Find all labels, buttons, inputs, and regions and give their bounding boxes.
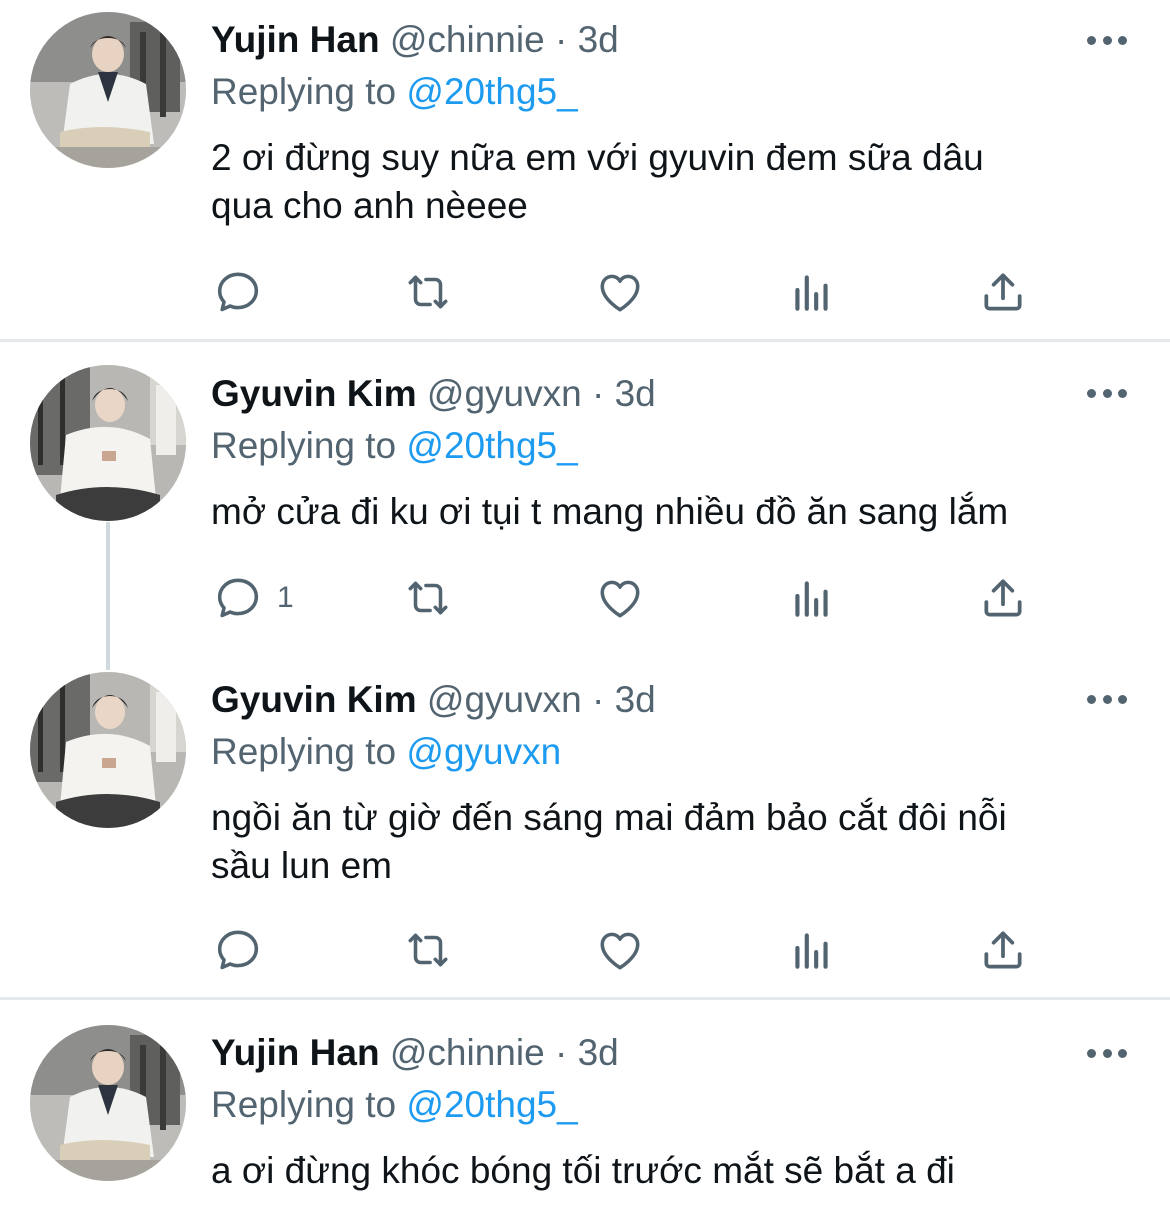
replying-to: Replying to @20thg5_ xyxy=(211,424,578,468)
tweet-header: Yujin Han @chinnie · 3d xyxy=(211,18,619,62)
replying-to: Replying to @20thg5_ xyxy=(211,70,578,114)
replying-to: Replying to @gyuvxn xyxy=(211,730,561,774)
analytics-button[interactable] xyxy=(787,262,837,322)
analytics-button[interactable] xyxy=(787,920,837,980)
share-icon xyxy=(978,573,1028,623)
reply-icon xyxy=(213,573,263,623)
more-options-icon[interactable] xyxy=(1087,34,1127,46)
reply-icon xyxy=(213,267,263,317)
tweet-text-line: ngồi ăn từ giờ đến sáng mai đảm bảo cắt … xyxy=(211,797,1007,838)
tweet-header: Gyuvin Kim @gyuvxn · 3d xyxy=(211,372,656,416)
handle[interactable]: @chinnie xyxy=(390,1032,545,1073)
display-name[interactable]: Gyuvin Kim xyxy=(211,679,417,720)
timestamp[interactable]: 3d xyxy=(615,373,656,414)
analytics-button[interactable] xyxy=(787,568,837,628)
tweet-text-line: a ơi đừng khóc bóng tối trước mắt sẽ bắt… xyxy=(211,1150,955,1191)
tweet-text-line: sầu lun em xyxy=(211,845,392,886)
tweet-header: Yujin Han @chinnie · 3d xyxy=(211,1031,619,1075)
separator: · xyxy=(554,1032,568,1073)
retweet-button[interactable] xyxy=(403,262,453,322)
share-button[interactable] xyxy=(978,568,1028,628)
divider xyxy=(0,997,1170,1000)
heart-icon xyxy=(595,925,645,975)
retweet-icon xyxy=(403,573,453,623)
action-bar xyxy=(0,920,1170,980)
avatar-photo xyxy=(30,365,186,521)
timestamp[interactable]: 3d xyxy=(578,1032,619,1073)
analytics-icon xyxy=(787,267,837,317)
reply-icon xyxy=(213,925,263,975)
reply-button[interactable]: 1 xyxy=(213,568,294,628)
more-options-icon[interactable] xyxy=(1087,693,1127,705)
avatar-photo xyxy=(30,12,186,168)
share-icon xyxy=(978,925,1028,975)
mention-link[interactable]: @gyuvxn xyxy=(406,731,561,772)
like-button[interactable] xyxy=(595,262,645,322)
tweet-text-line: qua cho anh nèeee xyxy=(211,185,528,226)
tweet-text: a ơi đừng khóc bóng tối trước mắt sẽ bắt… xyxy=(211,1147,1131,1195)
avatar-photo xyxy=(30,1025,186,1181)
reply-count: 1 xyxy=(277,581,294,614)
timestamp[interactable]: 3d xyxy=(615,679,656,720)
separator: · xyxy=(591,373,605,414)
retweet-icon xyxy=(403,925,453,975)
avatar[interactable] xyxy=(30,672,186,828)
mention-link[interactable]: @20thg5_ xyxy=(406,1084,577,1125)
action-bar xyxy=(0,262,1170,322)
mention-link[interactable]: @20thg5_ xyxy=(406,71,577,112)
share-button[interactable] xyxy=(978,920,1028,980)
tweet-text: mở cửa đi ku ơi tụi t mang nhiều đồ ăn s… xyxy=(211,488,1131,536)
more-options-icon[interactable] xyxy=(1087,387,1127,399)
like-button[interactable] xyxy=(595,920,645,980)
avatar[interactable] xyxy=(30,12,186,168)
display-name[interactable]: Yujin Han xyxy=(211,19,380,60)
reply-button[interactable] xyxy=(213,262,263,322)
handle[interactable]: @gyuvxn xyxy=(427,373,582,414)
handle[interactable]: @chinnie xyxy=(390,19,545,60)
tweet-header: Gyuvin Kim @gyuvxn · 3d xyxy=(211,678,656,722)
heart-icon xyxy=(595,267,645,317)
separator: · xyxy=(554,19,568,60)
analytics-icon xyxy=(787,925,837,975)
tweet-text-line: 2 ơi đừng suy nữa em với gyuvin đem sữa … xyxy=(211,137,984,178)
display-name[interactable]: Gyuvin Kim xyxy=(211,373,417,414)
avatar-photo xyxy=(30,672,186,828)
display-name[interactable]: Yujin Han xyxy=(211,1032,380,1073)
analytics-icon xyxy=(787,573,837,623)
action-bar: 1 xyxy=(0,568,1170,628)
replying-prefix: Replying to xyxy=(211,731,397,772)
like-button[interactable] xyxy=(595,568,645,628)
timestamp[interactable]: 3d xyxy=(578,19,619,60)
share-button[interactable] xyxy=(978,262,1028,322)
retweet-button[interactable] xyxy=(403,568,453,628)
avatar[interactable] xyxy=(30,1025,186,1181)
divider xyxy=(0,339,1170,342)
replying-to: Replying to @20thg5_ xyxy=(211,1083,578,1127)
separator: · xyxy=(591,679,605,720)
tweet-text: 2 ơi đừng suy nữa em với gyuvin đem sữa … xyxy=(211,134,1131,230)
tweet-text-line: mở cửa đi ku ơi tụi t mang nhiều đồ ăn s… xyxy=(211,491,1009,532)
retweet-button[interactable] xyxy=(403,920,453,980)
more-options-icon[interactable] xyxy=(1087,1047,1127,1059)
replying-prefix: Replying to xyxy=(211,71,397,112)
retweet-icon xyxy=(403,267,453,317)
heart-icon xyxy=(595,573,645,623)
tweet-text: ngồi ăn từ giờ đến sáng mai đảm bảo cắt … xyxy=(211,794,1131,890)
avatar[interactable] xyxy=(30,365,186,521)
handle[interactable]: @gyuvxn xyxy=(427,679,582,720)
mention-link[interactable]: @20thg5_ xyxy=(406,425,577,466)
share-icon xyxy=(978,267,1028,317)
replying-prefix: Replying to xyxy=(211,1084,397,1125)
reply-button[interactable] xyxy=(213,920,263,980)
replying-prefix: Replying to xyxy=(211,425,397,466)
